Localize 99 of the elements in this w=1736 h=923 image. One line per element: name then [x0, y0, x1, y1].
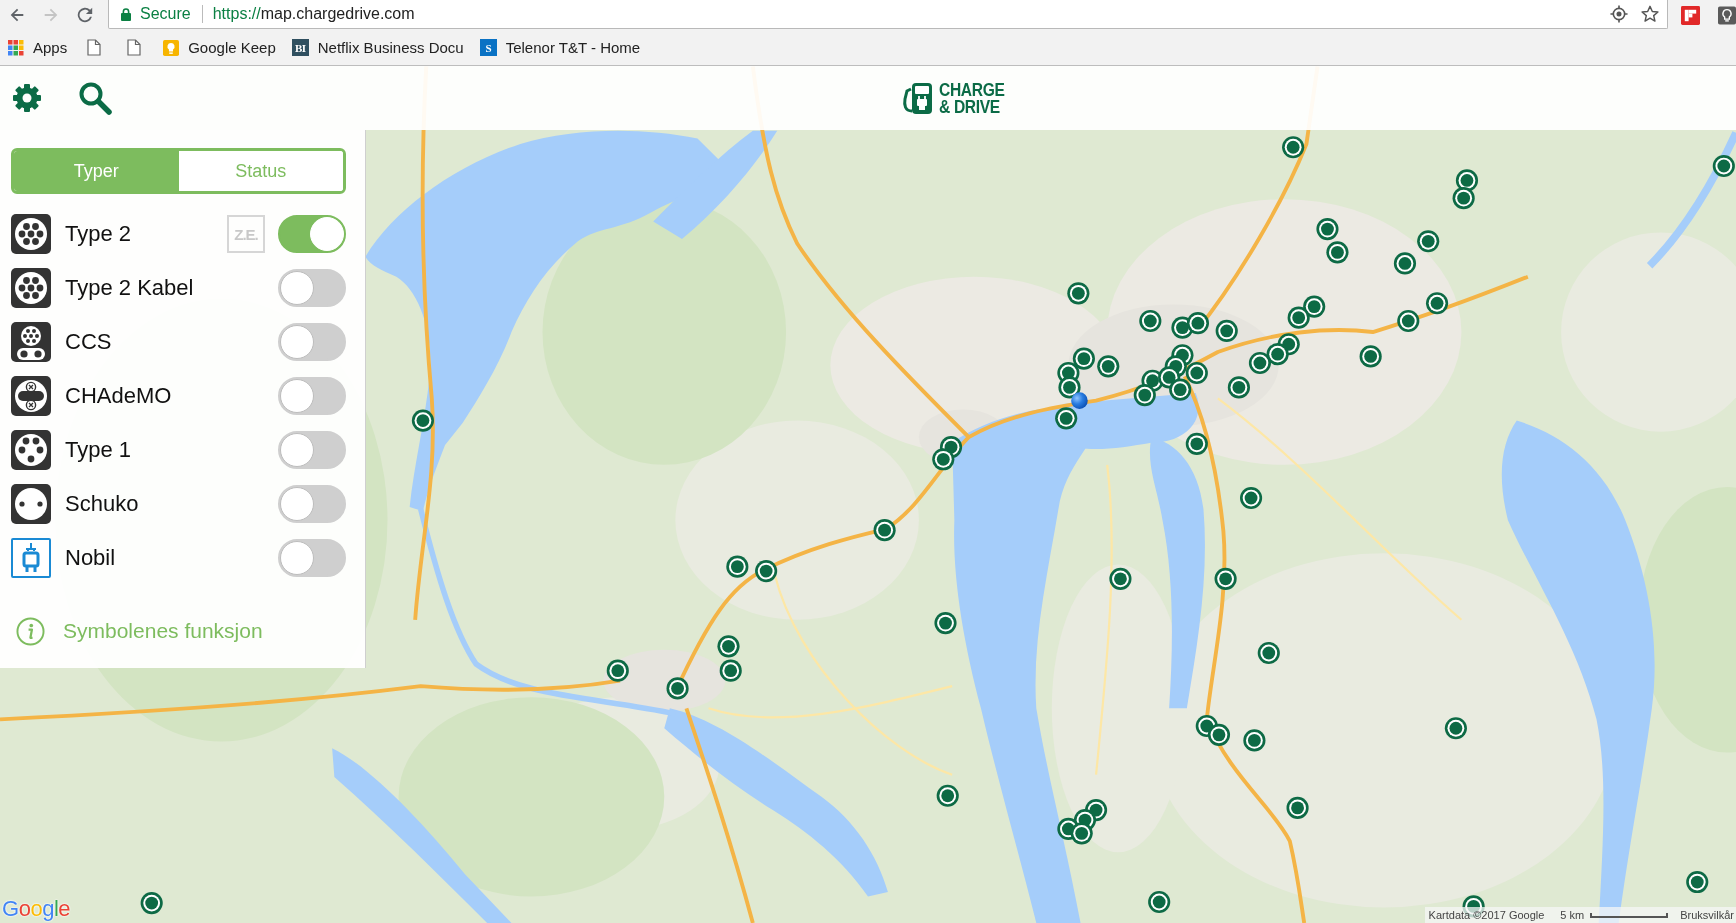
charging-station-marker-icon[interactable] [1248, 351, 1271, 375]
charging-station-marker-icon[interactable] [1109, 567, 1132, 590]
toggle-switch[interactable] [278, 377, 346, 415]
monogram-favicon: S [479, 39, 497, 56]
charging-station-marker-icon[interactable] [1417, 230, 1440, 253]
bookmark-link[interactable]: S Telenor T&T - Home [473, 33, 647, 62]
toggle-switch[interactable] [278, 485, 346, 523]
scale-label: 5 km [1560, 909, 1585, 921]
info-icon [16, 616, 45, 646]
charging-station-marker-icon[interactable] [717, 635, 740, 658]
charging-station-marker-icon[interactable] [1452, 187, 1475, 210]
charging-station-marker-icon[interactable] [934, 612, 957, 635]
charging-station-marker-icon[interactable] [1214, 567, 1237, 590]
charging-station-marker-icon[interactable] [1287, 306, 1310, 329]
charging-station-marker-icon[interactable] [411, 409, 434, 432]
charging-station-marker-icon[interactable] [1058, 376, 1081, 399]
charging-station-marker-icon[interactable] [1148, 890, 1171, 914]
charging-station-marker-icon[interactable] [755, 560, 778, 583]
bookmark-link[interactable]: Google Keep [157, 33, 282, 62]
connector-socket-icon [11, 430, 51, 470]
connector-label: Schuko [65, 491, 139, 517]
charging-station-marker-icon[interactable] [1133, 384, 1156, 407]
charging-station-marker-icon[interactable] [606, 659, 629, 682]
apps-grid-icon [8, 39, 24, 56]
connector-label: Nobil [65, 545, 116, 571]
connector-label: Type 2 Kabel [65, 275, 194, 301]
charging-station-marker-icon[interactable] [1169, 378, 1192, 401]
charging-station-marker-icon[interactable] [1139, 309, 1162, 333]
square-logo-extension-icon[interactable] [1681, 5, 1700, 25]
page-icon[interactable] [87, 39, 102, 56]
location-target-icon[interactable] [1610, 5, 1628, 23]
charging-station-marker-icon[interactable] [1097, 355, 1120, 378]
charging-station-marker-icon[interactable] [666, 677, 689, 700]
toggle-switch[interactable] [278, 539, 346, 577]
charging-station-marker-icon[interactable] [1055, 407, 1078, 430]
charging-station-marker-icon[interactable] [1215, 319, 1238, 342]
toggle-switch[interactable] [278, 215, 346, 253]
connector-label: Type 2 [65, 221, 132, 247]
toggle-switch[interactable] [278, 431, 346, 469]
charging-station-marker-icon[interactable] [1282, 136, 1305, 159]
charging-station-marker-icon[interactable] [1712, 155, 1735, 178]
connector-socket-icon [11, 376, 51, 416]
lock-icon [121, 7, 131, 21]
toggle-switch[interactable] [278, 323, 346, 361]
connector-label: CHAdeMO [65, 383, 172, 409]
charging-station-marker-icon[interactable] [1070, 822, 1093, 845]
lightbulb-extension-icon[interactable] [1718, 5, 1736, 25]
charging-station-marker-icon[interactable] [1243, 729, 1266, 752]
connector-label: Type 1 [65, 437, 132, 463]
charging-station-marker-icon[interactable] [1185, 432, 1208, 455]
connector-socket-icon [11, 322, 51, 362]
plug-icon [11, 538, 51, 578]
lightbulb-favicon-icon [163, 39, 180, 56]
charging-station-marker-icon[interactable] [1686, 871, 1709, 894]
reload-icon[interactable] [76, 6, 94, 24]
charging-station-marker-icon[interactable] [1186, 312, 1209, 335]
charging-station-marker-icon[interactable] [1227, 376, 1250, 399]
charging-station-marker-icon[interactable] [1207, 723, 1231, 746]
address-bar[interactable]: Secure https://map.chargedrive.com [108, 0, 1668, 29]
attribution-text: Kartdata ©2017 Google [1428, 909, 1545, 921]
charging-station-marker-icon[interactable] [1426, 292, 1449, 315]
search-icon[interactable] [78, 81, 112, 115]
charging-station-marker-icon[interactable] [873, 519, 896, 542]
charging-station-marker-icon[interactable] [1393, 252, 1417, 275]
settings-icon[interactable] [12, 83, 42, 113]
connector-socket-icon [11, 214, 51, 254]
charging-station-marker-icon[interactable] [1072, 347, 1095, 370]
back-arrow-icon[interactable] [8, 6, 26, 24]
toggle-switch[interactable] [278, 269, 346, 307]
charging-station-marker-icon[interactable] [936, 784, 959, 807]
charging-station-marker-icon[interactable] [726, 555, 749, 578]
charging-station-marker-icon[interactable] [1240, 486, 1263, 510]
url-text[interactable]: https://map.chargedrive.com [212, 5, 415, 23]
location-dot-icon [1071, 392, 1088, 409]
charging-station-marker-icon[interactable] [1316, 218, 1339, 241]
charging-station-marker-icon[interactable] [1444, 717, 1467, 740]
connector-socket-icon [11, 484, 51, 524]
logo-wordmark: CHARGE & DRIVE [939, 81, 1005, 115]
charging-station-marker-icon[interactable] [1266, 343, 1289, 366]
connector-label: CCS [65, 329, 112, 355]
charging-station-marker-icon[interactable] [1397, 309, 1420, 333]
bookmark-link[interactable]: BI Netflix Business Docu [285, 33, 470, 62]
terms-link[interactable]: Bruksvilkår [1680, 909, 1734, 921]
charging-station-marker-icon[interactable] [1185, 361, 1208, 385]
monogram-favicon: BI [291, 39, 309, 56]
charging-station-marker-icon[interactable] [1067, 282, 1090, 305]
security-label: Secure [140, 5, 191, 23]
bookmark-link[interactable]: Apps [2, 33, 74, 62]
charging-station-marker-icon[interactable] [1286, 796, 1309, 819]
charging-station-marker-icon[interactable] [140, 892, 163, 915]
google-logo: Google [2, 897, 70, 921]
bookmark-star-icon[interactable] [1641, 5, 1659, 23]
connector-socket-icon [11, 268, 51, 308]
charging-station-marker-icon[interactable] [1359, 345, 1382, 368]
page-icon[interactable] [127, 39, 142, 56]
charging-station-marker-icon[interactable] [1326, 241, 1349, 264]
charging-station-marker-icon[interactable] [1257, 641, 1280, 665]
charging-station-marker-icon[interactable] [719, 659, 742, 682]
charging-station-marker-icon[interactable] [932, 448, 955, 471]
